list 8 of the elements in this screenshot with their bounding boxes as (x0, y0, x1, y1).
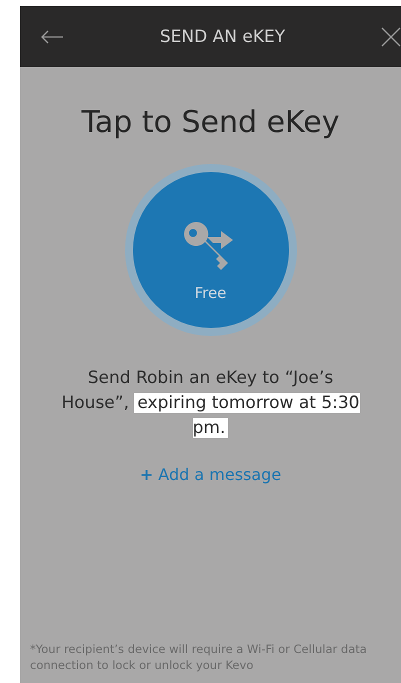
heading: Tap to Send eKey (82, 105, 340, 140)
screen-title: SEND AN eKEY (160, 26, 286, 46)
back-arrow-icon (40, 30, 64, 44)
close-icon (380, 26, 401, 46)
send-ekey-button[interactable]: Free (132, 172, 288, 328)
footnote: *Your recipient’s device will require a Wi-Fi or Cellular data connection to lock or unlock your Kevo (29, 641, 368, 673)
message-text: Send Robin an eKey to “Joe’s House”, expiring tomorrow at 5:30 pm. (60, 367, 360, 440)
add-message-link[interactable]: + Add a message (140, 465, 282, 484)
